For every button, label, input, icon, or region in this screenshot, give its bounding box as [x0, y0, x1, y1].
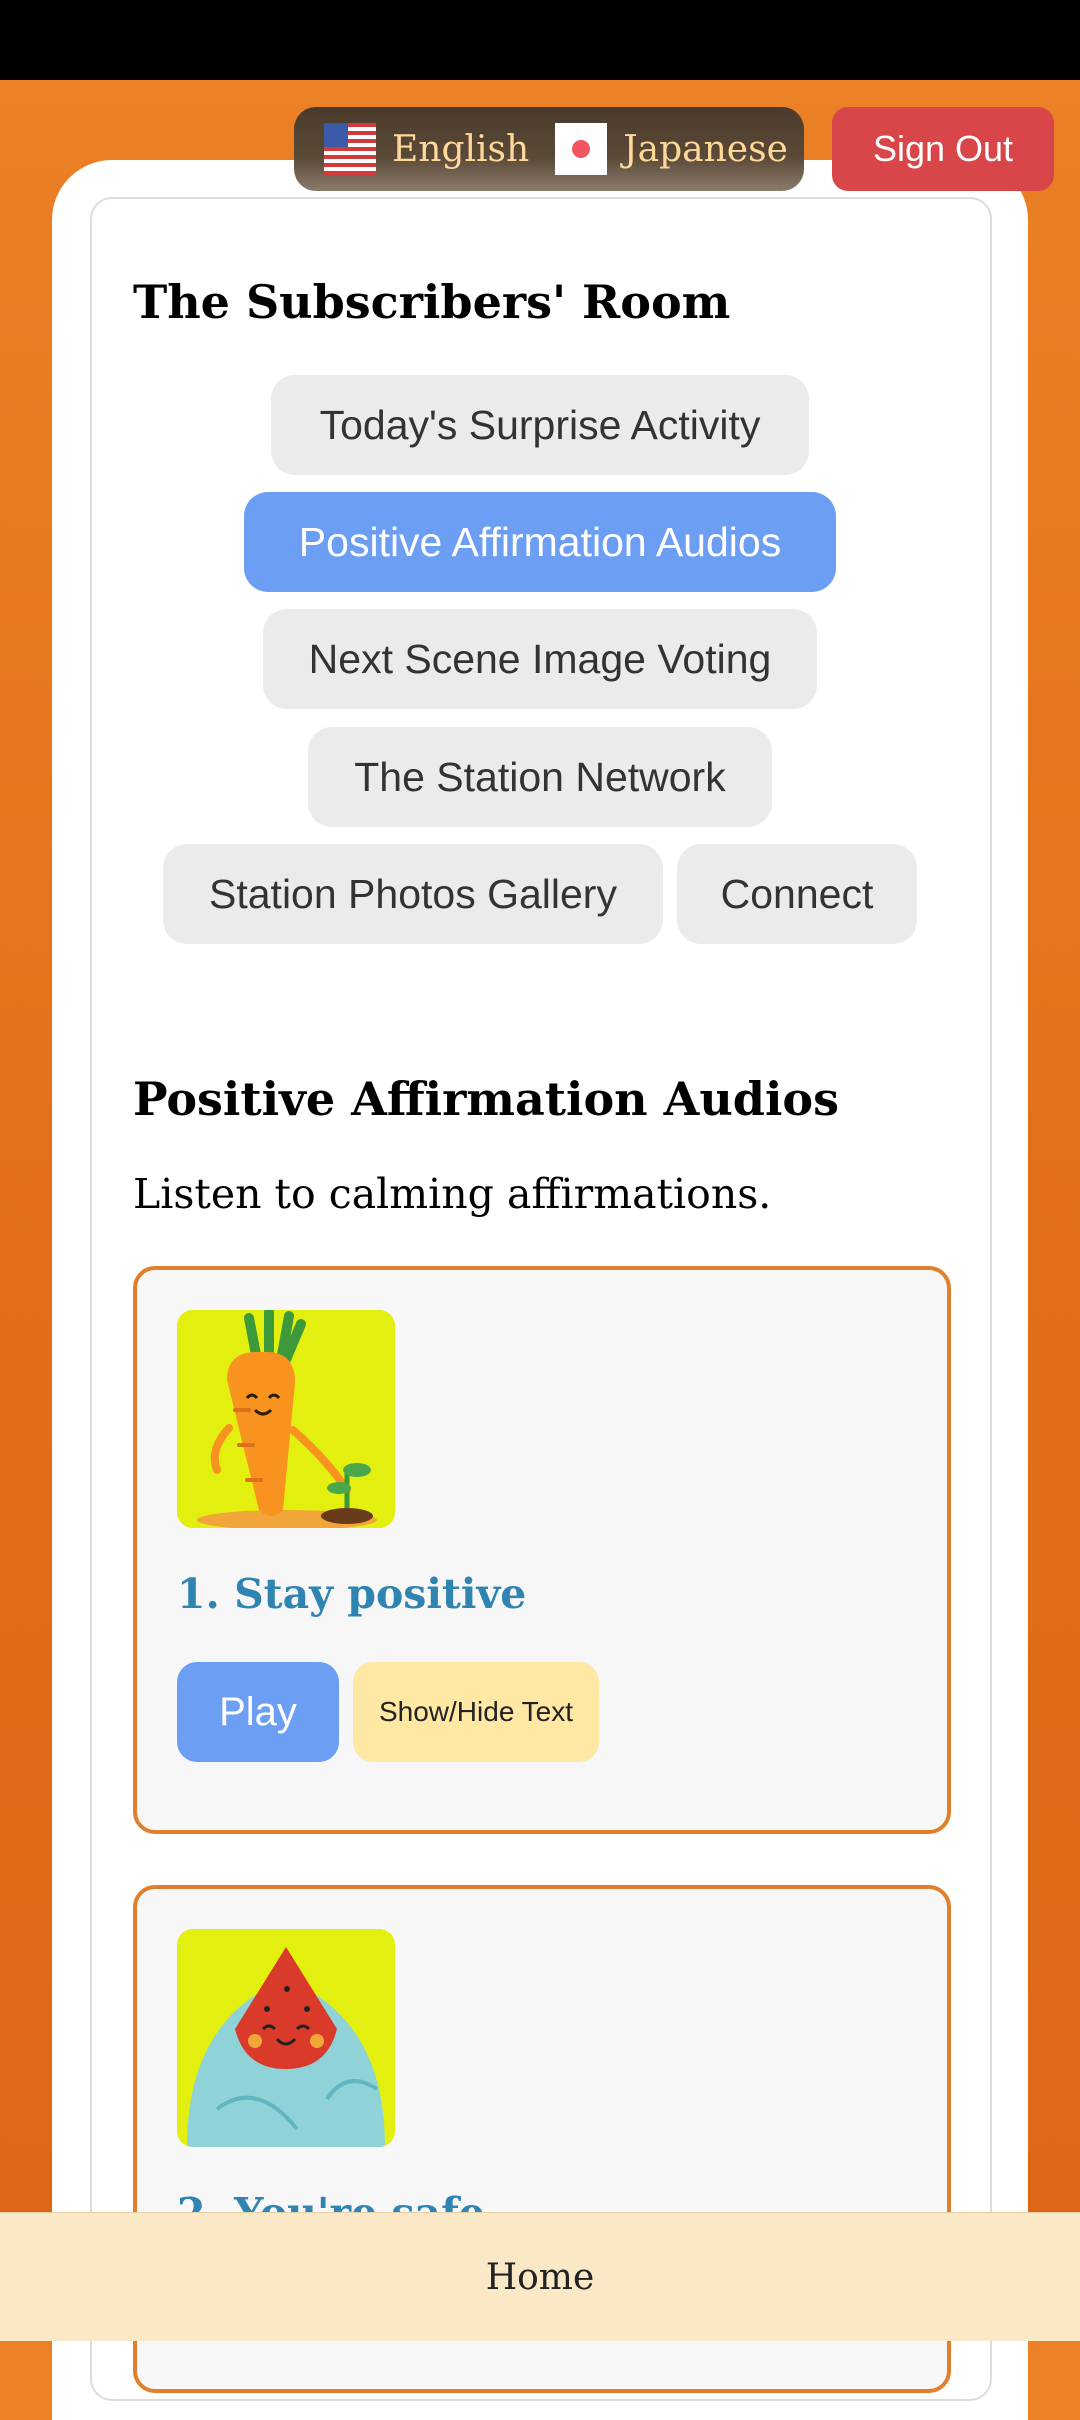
- audio-card: 1. Stay positive Play Show/Hide Text: [133, 1266, 951, 1834]
- us-flag-icon: [324, 123, 376, 175]
- audio-title: 1. Stay positive: [177, 1570, 527, 1618]
- home-nav-button[interactable]: Home: [0, 2212, 1080, 2341]
- language-label-japanese: Japanese: [623, 128, 788, 170]
- watermelon-blanket-character-icon: [177, 1929, 395, 2147]
- play-button[interactable]: Play: [177, 1662, 339, 1762]
- show-hide-text-button[interactable]: Show/Hide Text: [353, 1662, 599, 1762]
- japan-flag-icon: [555, 123, 608, 175]
- nav-todays-surprise-activity[interactable]: Today's Surprise Activity: [271, 375, 809, 475]
- language-option-english[interactable]: English: [324, 107, 529, 191]
- nav-the-station-network[interactable]: The Station Network: [308, 727, 772, 827]
- language-option-japanese[interactable]: Japanese: [555, 107, 788, 191]
- sign-out-button[interactable]: Sign Out: [832, 107, 1054, 191]
- room-title: The Subscribers' Room: [133, 275, 731, 329]
- status-bar: [0, 0, 1080, 80]
- nav-connect[interactable]: Connect: [677, 844, 917, 944]
- section-title: Positive Affirmation Audios: [133, 1072, 839, 1126]
- nav-station-photos-gallery[interactable]: Station Photos Gallery: [163, 844, 663, 944]
- language-label-english: English: [392, 128, 530, 170]
- language-switcher: English Japanese: [294, 107, 804, 191]
- carrot-character-icon: [177, 1310, 395, 1528]
- nav-next-scene-image-voting[interactable]: Next Scene Image Voting: [263, 609, 817, 709]
- section-subtitle: Listen to calming affirmations.: [133, 1170, 772, 1218]
- nav-positive-affirmation-audios[interactable]: Positive Affirmation Audios: [244, 492, 836, 592]
